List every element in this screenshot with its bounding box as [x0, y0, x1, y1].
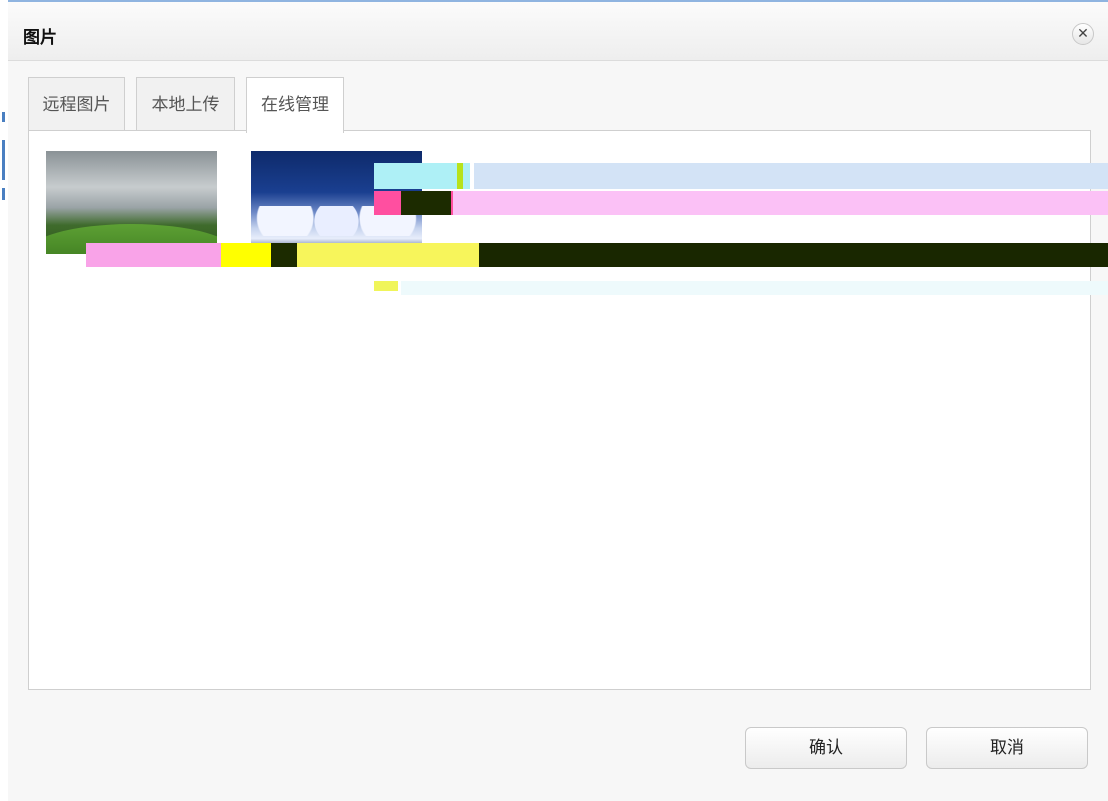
close-icon[interactable]: ✕: [1072, 23, 1094, 45]
render-artifact: [221, 243, 271, 267]
render-artifact: [457, 163, 463, 189]
render-artifact: [374, 281, 398, 291]
render-artifact: [474, 163, 1108, 189]
dialog-titlebar: 图片 ✕: [8, 2, 1108, 61]
edge-mark: [2, 188, 5, 200]
edge-mark: [2, 112, 5, 122]
render-artifact: [374, 163, 470, 189]
image-dialog: 图片 ✕ 远程图片 本地上传 在线管理 确认 取消: [8, 0, 1108, 801]
tab-label: 远程图片: [42, 95, 111, 115]
render-artifact: [453, 191, 1108, 215]
online-manage-panel: [28, 130, 1108, 690]
tab-online-manage[interactable]: 在线管理: [246, 77, 344, 133]
dialog-title: 图片: [23, 28, 57, 48]
render-artifact: [401, 281, 1108, 295]
tab-remote-image[interactable]: 远程图片: [28, 77, 125, 131]
render-artifact: [297, 243, 479, 267]
confirm-button[interactable]: 确认: [745, 727, 907, 769]
tab-label: 本地上传: [151, 95, 220, 115]
image-thumbnail-landscape[interactable]: [46, 151, 217, 254]
tab-local-upload[interactable]: 本地上传: [136, 77, 235, 131]
render-artifact: [401, 191, 451, 215]
edge-mark: [2, 140, 5, 180]
render-artifact: [479, 243, 1108, 267]
cancel-button[interactable]: 取消: [926, 727, 1088, 769]
tab-label: 在线管理: [261, 95, 329, 115]
render-artifact: [271, 243, 297, 267]
